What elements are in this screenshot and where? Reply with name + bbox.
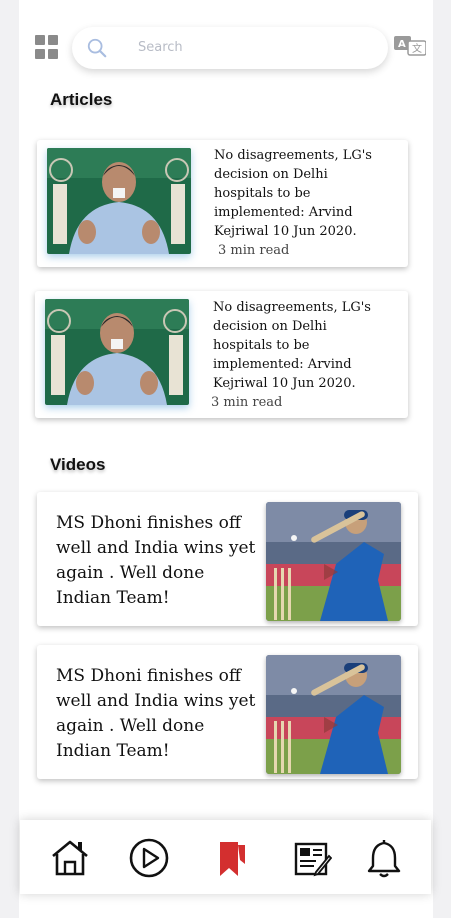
bottom-navigation [20, 820, 431, 894]
search-bar[interactable]: Search [72, 27, 388, 69]
home-icon[interactable] [50, 838, 90, 878]
bookmark-icon[interactable] [212, 838, 252, 878]
article-card[interactable]: No disagreements, LG's decision on Delhi… [35, 291, 408, 418]
article-thumbnail [45, 299, 189, 405]
videos-heading: Videos [50, 455, 106, 474]
article-thumbnail [47, 148, 191, 254]
article-readtime: 3 min read [218, 243, 290, 258]
bell-icon[interactable] [364, 838, 404, 878]
grid-icon[interactable] [35, 35, 59, 59]
article-headline: No disagreements, LG's decision on Delhi… [213, 300, 371, 391]
article-headline: No disagreements, LG's decision on Delhi… [214, 148, 372, 239]
svg-text:A: A [398, 39, 406, 50]
video-thumbnail[interactable] [266, 655, 401, 774]
video-caption: MS Dhoni finishes off well and India win… [56, 513, 256, 608]
top-bar: Search A 文 [35, 24, 427, 72]
video-caption: MS Dhoni finishes off well and India win… [56, 666, 256, 761]
newspaper-icon[interactable] [292, 838, 333, 878]
video-thumbnail[interactable] [266, 502, 401, 621]
articles-heading: Articles [50, 90, 113, 109]
video-card[interactable]: MS Dhoni finishes off well and India win… [37, 645, 418, 779]
video-card[interactable]: MS Dhoni finishes off well and India win… [37, 492, 418, 626]
article-readtime: 3 min read [211, 395, 283, 410]
search-icon [87, 38, 107, 58]
article-card[interactable]: No disagreements, LG's decision on Delhi… [37, 140, 408, 267]
translate-icon[interactable]: A 文 [394, 36, 426, 56]
svg-text:文: 文 [412, 42, 422, 55]
play-icon[interactable] [129, 838, 169, 878]
search-input[interactable]: Search [138, 40, 183, 55]
